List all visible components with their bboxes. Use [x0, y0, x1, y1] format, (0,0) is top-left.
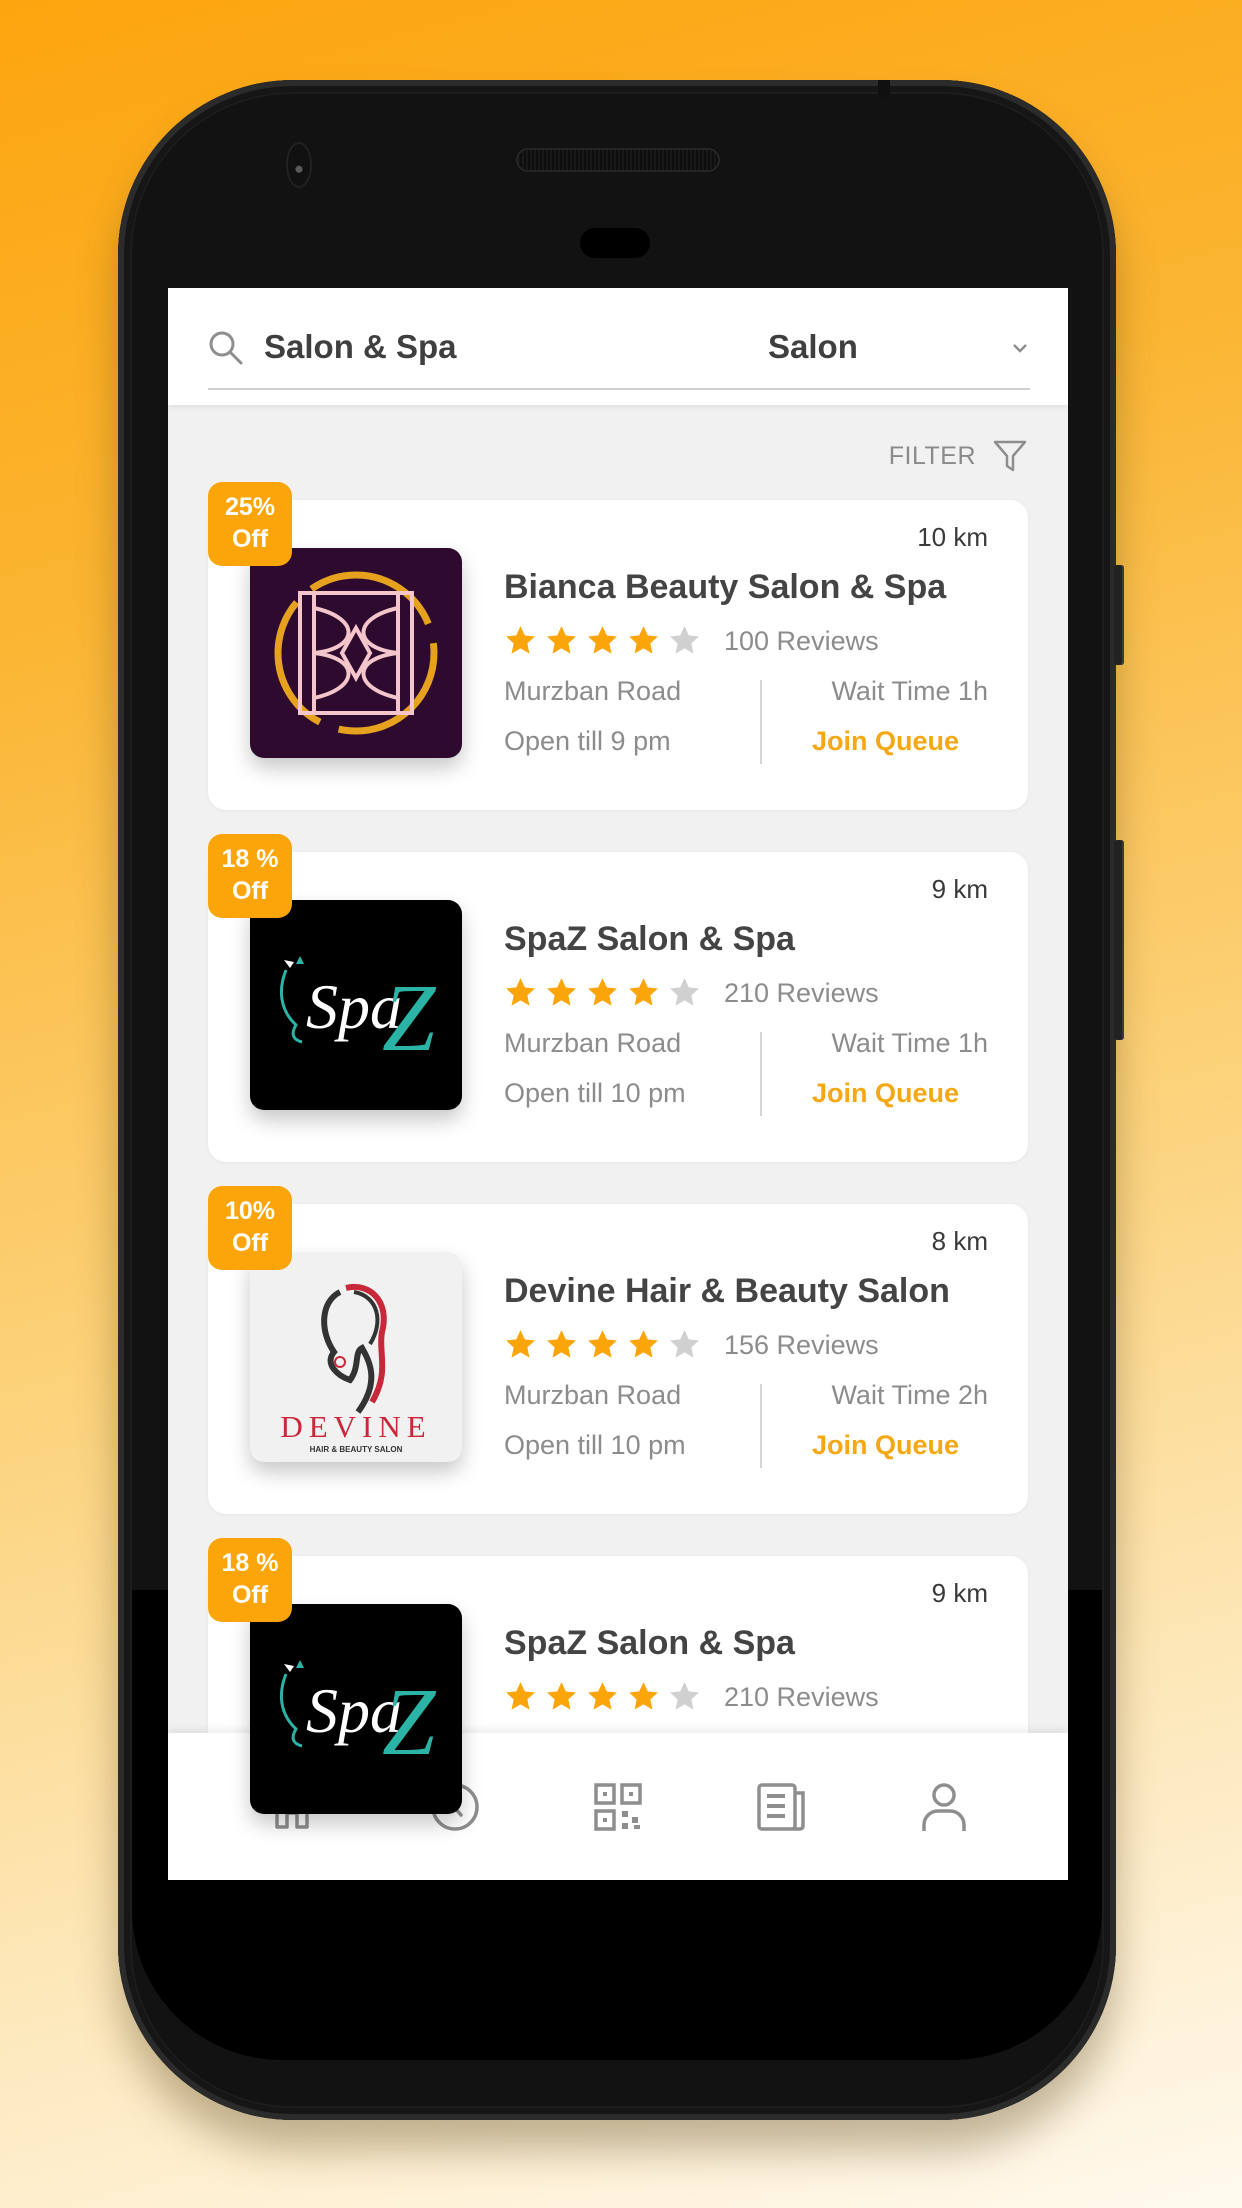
search-field[interactable]	[208, 310, 830, 390]
power-button	[1114, 565, 1124, 665]
category-selected-value: Salon	[768, 328, 858, 365]
rating-stars	[504, 624, 701, 657]
search-input[interactable]	[264, 322, 804, 372]
wait-time: Wait Time 1h	[831, 676, 988, 706]
svg-text:Z: Z	[382, 964, 437, 1071]
proximity-sensor	[580, 228, 650, 258]
star-filled-icon	[506, 1330, 535, 1358]
svg-text:HAIR & BEAUTY SALON: HAIR & BEAUTY SALON	[310, 1445, 403, 1454]
profile-icon	[922, 1782, 967, 1831]
star-filled-icon	[547, 1682, 576, 1710]
review-count[interactable]: 156 Reviews	[724, 1330, 879, 1361]
discount-badge: 10% Off	[208, 1186, 292, 1270]
divider	[760, 1384, 762, 1468]
star-filled-icon	[588, 978, 617, 1006]
divider	[760, 1032, 762, 1116]
chevron-down-icon	[1013, 344, 1027, 353]
address: Murzban Road	[504, 1028, 682, 1058]
review-count[interactable]: 210 Reviews	[724, 1682, 879, 1713]
front-camera	[288, 144, 310, 186]
distance: 8 km	[931, 1226, 988, 1256]
devine-logo: DEVINE HAIR & BEAUTY SALON	[250, 1252, 462, 1462]
star-filled-icon	[547, 1330, 576, 1358]
bianca-logo	[250, 548, 462, 758]
wait-time: Wait Time 1h	[831, 1028, 988, 1058]
join-queue-button[interactable]: Join Queue	[812, 1078, 959, 1109]
category-dropdown[interactable]: Salon	[768, 310, 1030, 390]
discount-percent: 18 %	[221, 845, 279, 873]
star-empty-icon	[670, 1682, 699, 1710]
join-queue-button[interactable]: Join Queue	[812, 1430, 959, 1461]
salon-name[interactable]: SpaZ Salon & Spa	[504, 920, 795, 959]
star-filled-icon	[547, 978, 576, 1006]
phone-top-button	[878, 80, 890, 98]
star-filled-icon	[629, 626, 658, 654]
distance: 9 km	[931, 874, 988, 904]
divider	[760, 680, 762, 764]
review-count[interactable]: 210 Reviews	[724, 978, 879, 1009]
filter-button[interactable]: FILTER	[889, 436, 1028, 476]
app-screen: Salon FILTER 25% Off	[168, 288, 1068, 1880]
salon-name[interactable]: Bianca Beauty Salon & Spa	[504, 568, 946, 607]
star-filled-icon	[588, 1682, 617, 1710]
review-count[interactable]: 100 Reviews	[724, 626, 879, 657]
discount-badge: 18 % Off	[208, 1538, 292, 1622]
address: Murzban Road	[504, 1380, 682, 1410]
opening-hours: Open till 9 pm	[504, 726, 671, 756]
star-filled-icon	[506, 1682, 535, 1710]
nav-news[interactable]	[751, 1777, 811, 1837]
spaz-logo: Spa Z	[250, 900, 462, 1110]
nav-scan[interactable]	[588, 1777, 648, 1837]
star-empty-icon	[670, 978, 699, 1006]
discount-percent: 18 %	[221, 1549, 279, 1577]
join-queue-button[interactable]: Join Queue	[812, 726, 959, 757]
salon-name[interactable]: Devine Hair & Beauty Salon	[504, 1272, 950, 1311]
opening-hours: Open till 10 pm	[504, 1430, 686, 1460]
star-filled-icon	[588, 626, 617, 654]
discount-badge: 18 % Off	[208, 834, 292, 918]
spaz-logo: Spa Z	[250, 1604, 462, 1814]
star-empty-icon	[670, 626, 699, 654]
rating-stars	[504, 1680, 701, 1713]
volume-button	[1114, 840, 1124, 1040]
star-filled-icon	[629, 1330, 658, 1358]
svg-text:DEVINE: DEVINE	[280, 1409, 431, 1444]
salon-card[interactable]: 25% Off 10 km Bianca Beauty Salon & Spa …	[208, 482, 1028, 810]
rating-stars	[504, 976, 701, 1009]
discount-off-label: Off	[231, 525, 269, 553]
svg-text:Z: Z	[382, 1668, 437, 1775]
star-filled-icon	[629, 978, 658, 1006]
star-empty-icon	[670, 1330, 699, 1358]
discount-percent: 10%	[224, 1197, 276, 1225]
address: Murzban Road	[504, 676, 682, 706]
discount-percent: 25%	[224, 493, 276, 521]
discount-badge: 25% Off	[208, 482, 292, 566]
search-icon	[209, 331, 243, 365]
news-icon	[757, 1782, 805, 1831]
filter-label: FILTER	[888, 441, 976, 470]
wait-time: Wait Time 2h	[831, 1380, 988, 1410]
salon-card[interactable]: 18 % Off Spa Z 9 km SpaZ Salon & Spa 210…	[208, 834, 1028, 1162]
distance: 9 km	[931, 1578, 988, 1608]
discount-off-label: Off	[231, 1581, 269, 1609]
discount-off-label: Off	[231, 877, 269, 905]
distance: 10 km	[917, 522, 988, 552]
discount-off-label: Off	[231, 1229, 269, 1257]
rating-stars	[504, 1328, 701, 1361]
star-filled-icon	[629, 1682, 658, 1710]
opening-hours: Open till 10 pm	[504, 1078, 686, 1108]
star-filled-icon	[588, 1330, 617, 1358]
star-filled-icon	[547, 626, 576, 654]
star-filled-icon	[506, 978, 535, 1006]
qr-code-icon	[594, 1782, 642, 1831]
nav-profile[interactable]	[914, 1777, 974, 1837]
filter-icon	[993, 440, 1027, 472]
salon-name[interactable]: SpaZ Salon & Spa	[504, 1624, 795, 1663]
search-header: Salon	[168, 288, 1068, 405]
earpiece-speaker	[518, 150, 718, 170]
star-filled-icon	[506, 626, 535, 654]
salon-card[interactable]: 10% Off DEVINE HAIR & BEAUTY SALON 8 km …	[208, 1186, 1028, 1514]
